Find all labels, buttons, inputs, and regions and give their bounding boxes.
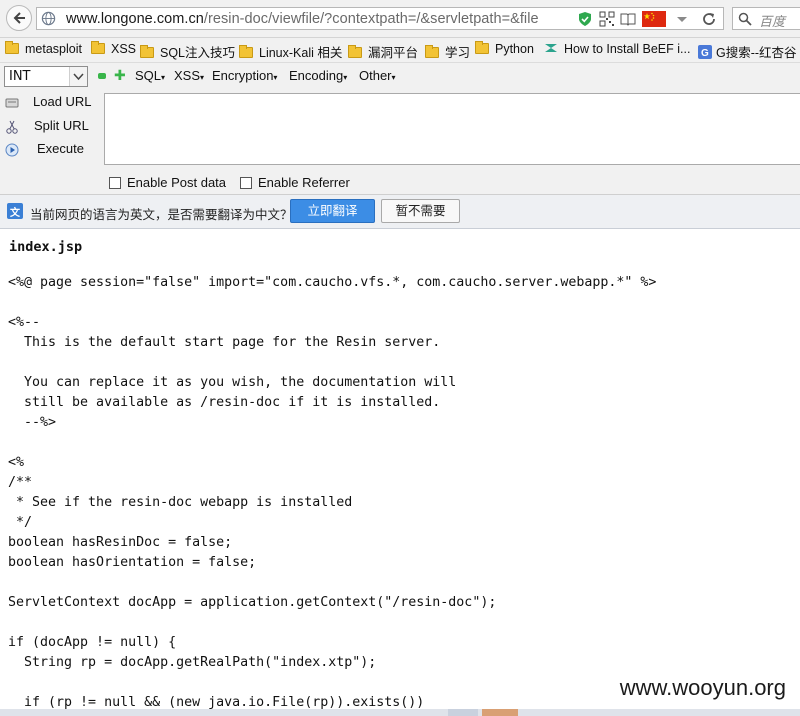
url-textarea[interactable] (104, 93, 800, 165)
bookmark-label: Python (495, 42, 534, 56)
search-icon (738, 12, 752, 26)
menu-arrow-icon: ▾ (200, 73, 205, 82)
play-icon (5, 143, 19, 157)
bookmark-label: G搜索--红杏谷 (716, 46, 797, 60)
folder-icon (5, 41, 19, 54)
bookmark-item[interactable]: Python (475, 41, 534, 56)
bookmark-item[interactable]: 漏洞平台 (348, 42, 418, 61)
reload-icon[interactable] (701, 11, 717, 27)
menu-label: Other (359, 68, 392, 83)
bookmark-item[interactable]: Linux-Kali 相关 (239, 42, 342, 61)
hackbar-panel: Load URL Split URL Execute Enable Post d… (0, 89, 800, 195)
globe-icon (41, 11, 56, 26)
google-icon: G (698, 45, 712, 59)
navigation-bar: www.longone.com.cn/resin-doc/viewfile/?c… (0, 0, 800, 38)
type-select-value: INT (9, 69, 31, 84)
load-url-label: Load URL (33, 94, 92, 109)
menu-label: XSS (174, 68, 201, 83)
taskbar-strip (0, 709, 800, 716)
bookmark-item[interactable]: metasploit (5, 41, 82, 56)
menu-arrow-icon: ▾ (391, 73, 396, 82)
menu-arrow-icon: ▾ (161, 73, 166, 82)
taskbar-item[interactable] (448, 709, 478, 716)
page-content: index.jsp <%@ page session="false" impor… (0, 229, 800, 716)
enable-referrer-label: Enable Referrer (258, 175, 350, 190)
bookmark-label: metasploit (25, 42, 82, 56)
hackbar-toolbar: INT ✚ SQL▾ XSS▾ Encryption▾ Encoding▾ Ot… (0, 63, 800, 89)
enable-post-checkbox[interactable]: Enable Post data (109, 175, 226, 190)
decrease-icon[interactable] (98, 73, 106, 79)
folder-icon (140, 45, 154, 58)
folder-icon (239, 45, 253, 58)
enable-post-label: Enable Post data (127, 175, 227, 190)
url-host: www.longone.com.cn (66, 11, 204, 27)
execute-label: Execute (37, 141, 84, 156)
menu-label: Encryption (212, 68, 274, 83)
menu-label: SQL (135, 68, 162, 83)
bookmark-label: 学习 (445, 46, 471, 60)
back-arrow-icon (13, 12, 25, 24)
bookmark-item[interactable]: G G搜索--红杏谷 (698, 42, 797, 61)
menu-encryption[interactable]: Encryption▾ (212, 68, 277, 83)
translate-bar: 文 当前网页的语言为英文，是否需要翻译为中文？ 立即翻译 暂不需要 (0, 195, 800, 229)
source-code: <%@ page session="false" import="com.cau… (8, 275, 657, 710)
load-url-icon (5, 98, 19, 108)
folder-icon (475, 41, 489, 54)
watermark: www.wooyun.org (615, 675, 790, 701)
menu-other[interactable]: Other▾ (359, 68, 396, 83)
search-box[interactable]: 百度 (732, 7, 800, 30)
reader-view-icon[interactable] (620, 11, 636, 27)
menu-xss[interactable]: XSS▾ (174, 68, 204, 83)
bookmarks-bar: metasploit XSS SQL注入技巧 Linux-Kali 相关 漏洞平… (0, 38, 800, 63)
type-select[interactable]: INT (4, 66, 88, 87)
enable-referrer-checkbox[interactable]: Enable Referrer (240, 175, 350, 190)
search-placeholder: 百度 (759, 15, 786, 30)
url-text: www.longone.com.cn/resin-doc/viewfile/?c… (66, 11, 539, 27)
bookmark-label: SQL注入技巧 (160, 46, 236, 60)
checkbox-box (240, 177, 252, 189)
bookmark-label: 漏洞平台 (368, 46, 419, 60)
folder-icon (425, 45, 439, 58)
translate-message: 当前网页的语言为英文，是否需要翻译为中文？ (30, 207, 293, 222)
menu-sql[interactable]: SQL▾ (135, 68, 165, 83)
dropdown-arrow-icon[interactable] (674, 11, 690, 27)
menu-encoding[interactable]: Encoding▾ (289, 68, 347, 83)
increase-icon[interactable]: ✚ (114, 69, 126, 83)
bookmark-label: Linux-Kali 相关 (259, 46, 343, 60)
address-bar[interactable]: www.longone.com.cn/resin-doc/viewfile/?c… (36, 7, 724, 30)
taskbar-item[interactable] (482, 709, 518, 716)
translate-icon: 文 (7, 203, 23, 219)
menu-label: Encoding (289, 68, 344, 83)
svg-text:G: G (701, 48, 709, 59)
bookmark-item[interactable]: 学习 (425, 42, 470, 61)
menu-arrow-icon: ▾ (343, 73, 348, 82)
bookmark-item[interactable]: SQL注入技巧 (140, 42, 235, 61)
bookmark-label: How to Install BeEF i... (564, 42, 691, 56)
folder-icon (91, 41, 105, 54)
back-button[interactable] (6, 5, 32, 31)
bookmark-label: XSS (111, 42, 137, 56)
not-needed-button[interactable]: 暂不需要 (381, 199, 460, 223)
scissors-icon (6, 120, 18, 134)
split-url-label: Split URL (34, 118, 89, 133)
qr-code-icon[interactable] (599, 11, 615, 27)
folder-icon (348, 45, 362, 58)
checkbox-box (109, 177, 121, 189)
page-title: index.jsp (9, 239, 83, 255)
translate-now-button[interactable]: 立即翻译 (290, 199, 375, 223)
menu-arrow-icon: ▾ (273, 73, 278, 82)
bookmark-item[interactable]: How to Install BeEF i... (544, 42, 690, 56)
url-path: /resin-doc/viewfile/?contextpath=/&servl… (203, 11, 539, 27)
shield-icon[interactable] (577, 11, 593, 27)
bookmark-item[interactable]: XSS (91, 41, 137, 56)
chevron-down-icon (69, 67, 87, 86)
china-flag-icon[interactable] (642, 11, 666, 27)
site-icon (545, 44, 557, 52)
